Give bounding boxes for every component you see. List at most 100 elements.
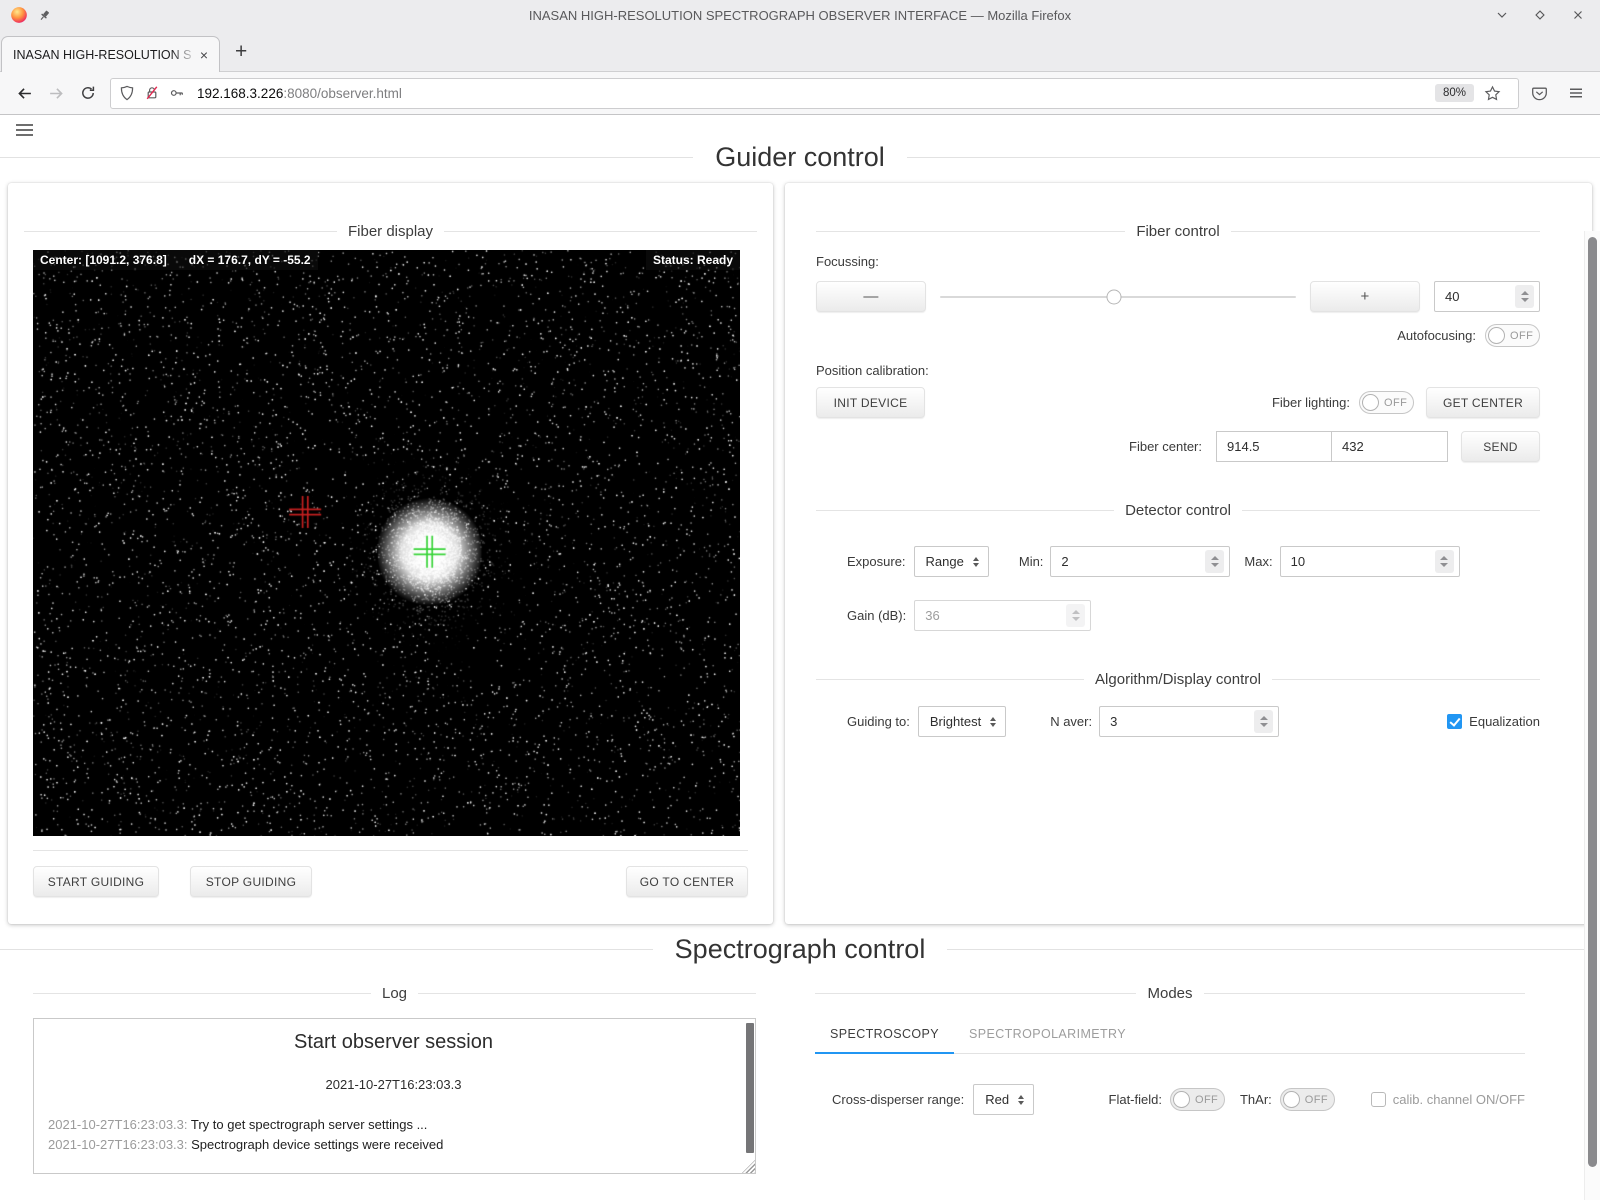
minimize-icon[interactable] xyxy=(1496,9,1508,21)
start-guiding-button[interactable]: START GUIDING xyxy=(33,866,159,897)
back-button[interactable] xyxy=(8,78,40,108)
url-path: :8080/observer.html xyxy=(283,86,402,101)
tab-spectropolarimetry[interactable]: SPECTROPOLARIMETRY xyxy=(954,1018,1141,1053)
forward-button[interactable] xyxy=(40,78,72,108)
window-title: INASAN HIGH-RESOLUTION SPECTROGRAPH OBSE… xyxy=(0,8,1600,23)
focus-spinner[interactable] xyxy=(1515,285,1534,308)
position-calibration-label: Position calibration: xyxy=(816,363,1540,378)
fiber-image[interactable] xyxy=(33,250,740,836)
flat-field-toggle-knob xyxy=(1173,1091,1190,1108)
focus-slider[interactable] xyxy=(940,296,1296,298)
min-label: Min: xyxy=(1019,554,1044,569)
key-icon[interactable] xyxy=(169,85,185,101)
pocket-icon[interactable] xyxy=(1531,85,1548,102)
gain-label: Gain (dB): xyxy=(847,608,906,623)
max-label: Max: xyxy=(1244,554,1272,569)
fiber-center-y-input[interactable]: 432 xyxy=(1332,431,1448,462)
exposure-min-input[interactable]: 2 xyxy=(1050,546,1230,577)
send-button[interactable]: SEND xyxy=(1461,431,1540,462)
n-aver-label: N aver: xyxy=(1050,714,1092,729)
menu-icon[interactable] xyxy=(1568,85,1584,101)
focus-slider-thumb[interactable] xyxy=(1107,289,1122,304)
gain-spinner xyxy=(1066,604,1085,627)
modes-legend: Modes xyxy=(815,985,1525,1002)
shield-icon[interactable] xyxy=(119,85,135,101)
fiber-control-panel: Fiber control Focussing: — + 40 Autofocu… xyxy=(785,183,1592,924)
go-to-center-button[interactable]: GO TO CENTER xyxy=(626,866,748,897)
insecure-lock-icon[interactable] xyxy=(144,85,160,101)
equalization-checkbox[interactable] xyxy=(1447,714,1462,729)
browser-navbar: 192.168.3.226:8080/observer.html 80% xyxy=(0,72,1600,115)
fiber-display-legend: Fiber display xyxy=(24,223,757,240)
naver-spinner[interactable] xyxy=(1254,710,1273,733)
page-scrollbar-thumb[interactable] xyxy=(1588,237,1597,1167)
max-spinner[interactable] xyxy=(1435,550,1454,573)
fiber-image-frame: Center: [1091.2, 376.8] dX = 176.7, dY =… xyxy=(33,250,740,836)
exposure-label: Exposure: xyxy=(847,554,906,569)
reload-button[interactable] xyxy=(72,78,104,108)
fiber-lighting-toggle[interactable]: OFF xyxy=(1359,391,1414,414)
fiber-status-overlay-right: Status: Ready xyxy=(646,250,740,270)
algorithm-display-legend: Algorithm/Display control xyxy=(816,671,1540,688)
cross-disperser-label: Cross-disperser range: xyxy=(832,1092,964,1107)
fiber-center-label: Fiber center: xyxy=(1129,439,1202,454)
spectrograph-control-heading: Spectrograph control xyxy=(0,924,1600,965)
flat-field-toggle[interactable]: OFF xyxy=(1170,1088,1225,1111)
log-box[interactable]: Start observer session 2021-10-27T16:23:… xyxy=(33,1018,756,1174)
log-resize-handle[interactable] xyxy=(742,1160,755,1173)
thar-toggle[interactable]: OFF xyxy=(1280,1088,1335,1111)
modes-tabs: SPECTROSCOPY SPECTROPOLARIMETRY xyxy=(815,1018,1525,1054)
fiber-center-x-input[interactable]: 914.5 xyxy=(1216,431,1332,462)
gain-input-disabled: 36 xyxy=(914,600,1091,631)
tab-title: INASAN HIGH-RESOLUTION S xyxy=(13,48,197,62)
close-window-icon[interactable] xyxy=(1572,9,1584,21)
stop-guiding-button[interactable]: STOP GUIDING xyxy=(190,866,312,897)
fiber-delta-readout: dX = 176.7, dY = -55.2 xyxy=(189,253,311,267)
tab-spectroscopy[interactable]: SPECTROSCOPY xyxy=(815,1018,954,1054)
fiber-status-readout: Status: Ready xyxy=(653,253,733,267)
page-content: Guider control Fiber display Center: [10… xyxy=(0,115,1600,1199)
url-text: 192.168.3.226:8080/observer.html xyxy=(197,86,402,101)
focus-minus-button[interactable]: — xyxy=(816,281,926,312)
calib-channel-checkbox[interactable] xyxy=(1371,1092,1386,1107)
focus-value-input[interactable]: 40 xyxy=(1434,281,1540,312)
init-device-button[interactable]: INIT DEVICE xyxy=(816,387,925,418)
min-spinner[interactable] xyxy=(1205,550,1224,573)
exposure-mode-select[interactable]: Range xyxy=(914,546,989,577)
log-session-time: 2021-10-27T16:23:03.3 xyxy=(48,1077,739,1092)
log-legend: Log xyxy=(33,985,756,1002)
autofocusing-toggle-knob xyxy=(1488,327,1505,344)
log-session-title: Start observer session xyxy=(48,1031,739,1054)
guider-control-heading: Guider control xyxy=(0,115,1600,173)
guider-control-title: Guider control xyxy=(693,142,907,173)
fiber-display-panel: Fiber display Center: [1091.2, 376.8] dX… xyxy=(8,183,773,924)
zoom-level-badge[interactable]: 80% xyxy=(1435,84,1474,102)
tab-close-icon[interactable]: × xyxy=(197,48,211,62)
browser-tabbar: INASAN HIGH-RESOLUTION S × + xyxy=(0,30,1600,72)
url-bar[interactable]: 192.168.3.226:8080/observer.html 80% xyxy=(110,78,1519,109)
cross-disperser-select[interactable]: Red xyxy=(973,1084,1034,1115)
exposure-max-input[interactable]: 10 xyxy=(1280,546,1460,577)
pin-icon xyxy=(38,9,51,22)
detector-control-legend: Detector control xyxy=(816,502,1540,519)
browser-tab[interactable]: INASAN HIGH-RESOLUTION S × xyxy=(1,36,220,72)
page-scrollbar[interactable] xyxy=(1584,231,1600,1200)
guiding-to-label: Guiding to: xyxy=(847,714,910,729)
equalization-label: Equalization xyxy=(1469,714,1540,729)
maximize-icon[interactable] xyxy=(1534,9,1546,21)
log-scrollbar-thumb[interactable] xyxy=(746,1023,754,1153)
get-center-button[interactable]: GET CENTER xyxy=(1426,387,1540,418)
focussing-label: Focussing: xyxy=(816,254,1540,269)
flat-field-label: Flat-field: xyxy=(1109,1092,1162,1107)
log-panel: Log Start observer session 2021-10-27T16… xyxy=(0,985,772,1174)
firefox-logo-icon xyxy=(10,6,28,24)
page-hamburger-icon[interactable] xyxy=(16,124,33,139)
new-tab-button[interactable]: + xyxy=(235,41,247,62)
focus-plus-button[interactable]: + xyxy=(1310,281,1420,312)
select-arrows-icon xyxy=(1018,1095,1024,1105)
autofocusing-toggle[interactable]: OFF xyxy=(1485,324,1540,347)
fiber-lighting-toggle-knob xyxy=(1362,394,1379,411)
n-aver-input[interactable]: 3 xyxy=(1099,706,1279,737)
guiding-mode-select[interactable]: Brightest xyxy=(918,706,1006,737)
bookmark-star-icon[interactable] xyxy=(1484,85,1501,102)
